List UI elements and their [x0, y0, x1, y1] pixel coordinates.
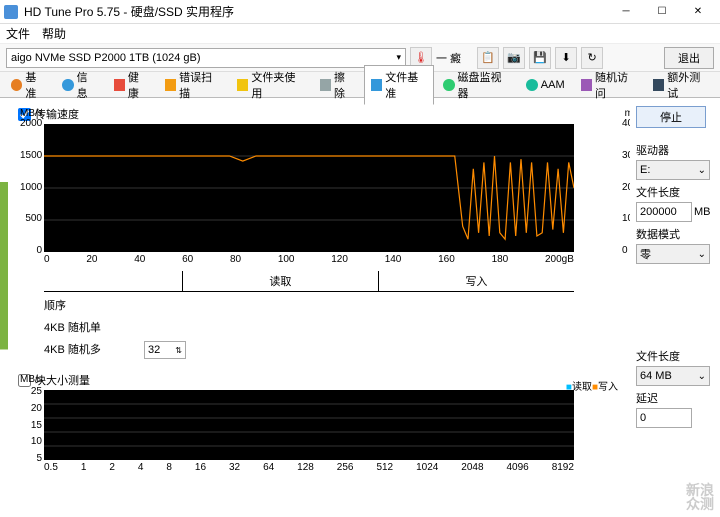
save-button[interactable]: 💾	[529, 47, 551, 69]
filelength-input[interactable]: 200000	[636, 202, 692, 222]
drive-label: 驱动器	[636, 142, 714, 158]
datamode-select[interactable]: 零	[636, 244, 710, 264]
mb-label: MB	[694, 206, 711, 218]
row-4k-single: 4KB 随机单	[44, 319, 144, 335]
side-indicator	[0, 98, 8, 517]
menu-help[interactable]: 帮助	[42, 25, 66, 42]
chart2-x-axis: 0.512481632641282565121024204840968192	[44, 462, 574, 473]
app-icon	[4, 5, 18, 19]
chart2-unit: MB/s	[20, 374, 43, 385]
chart1-y-axis: 2000150010005000	[20, 118, 42, 256]
blocksize-label: 块大小测量	[35, 372, 90, 388]
tabbar: 基准 信息 健康 错误扫描 文件夹使用 擦除 文件基准 磁盘监视器 AAM 随机…	[0, 72, 720, 98]
transfer-chart	[44, 124, 574, 252]
delay-input[interactable]: 0	[636, 408, 692, 428]
read-col: 读取	[182, 271, 378, 291]
watermark: 新浪众测	[686, 483, 714, 511]
temp-label: 一 癜	[436, 50, 461, 66]
filelength2-label: 文件长度	[636, 348, 714, 364]
minimize-button[interactable]: ─	[608, 1, 644, 23]
close-button[interactable]: ✕	[680, 1, 716, 23]
stop-button[interactable]: 停止	[636, 106, 706, 128]
window-title: HD Tune Pro 5.75 - 硬盘/SSD 实用程序	[24, 3, 608, 20]
datamode-label: 数据模式	[636, 226, 714, 242]
right-panel: 停止 驱动器 E: 文件长度 200000 MB 数据模式 零 文件长度 64 …	[630, 98, 720, 517]
titlebar: HD Tune Pro 5.75 - 硬盘/SSD 实用程序 ─ ☐ ✕	[0, 0, 720, 24]
chart1-y2-axis: 403020100	[622, 118, 630, 256]
menubar: 文件 帮助	[0, 24, 720, 44]
maximize-button[interactable]: ☐	[644, 1, 680, 23]
blocksize-chart	[44, 390, 574, 460]
row-4k-multi: 4KB 随机多	[44, 341, 144, 359]
write-col: 写入	[378, 271, 574, 291]
row-seq: 顺序	[44, 297, 144, 313]
rw-header: 读取 写入	[44, 271, 574, 292]
tab-aam[interactable]: AAM	[519, 75, 572, 95]
threads-spinner[interactable]: 32	[144, 341, 186, 359]
chart2-y-axis: 252015105	[24, 386, 42, 464]
filelength2-select[interactable]: 64 MB	[636, 366, 710, 386]
filelength-label: 文件长度	[636, 184, 714, 200]
delay-label: 延迟	[636, 390, 714, 406]
chart1-x-axis: 020406080100120140160180200gB	[44, 254, 574, 265]
menu-file[interactable]: 文件	[6, 25, 30, 42]
drive-letter-select[interactable]: E:	[636, 160, 710, 180]
